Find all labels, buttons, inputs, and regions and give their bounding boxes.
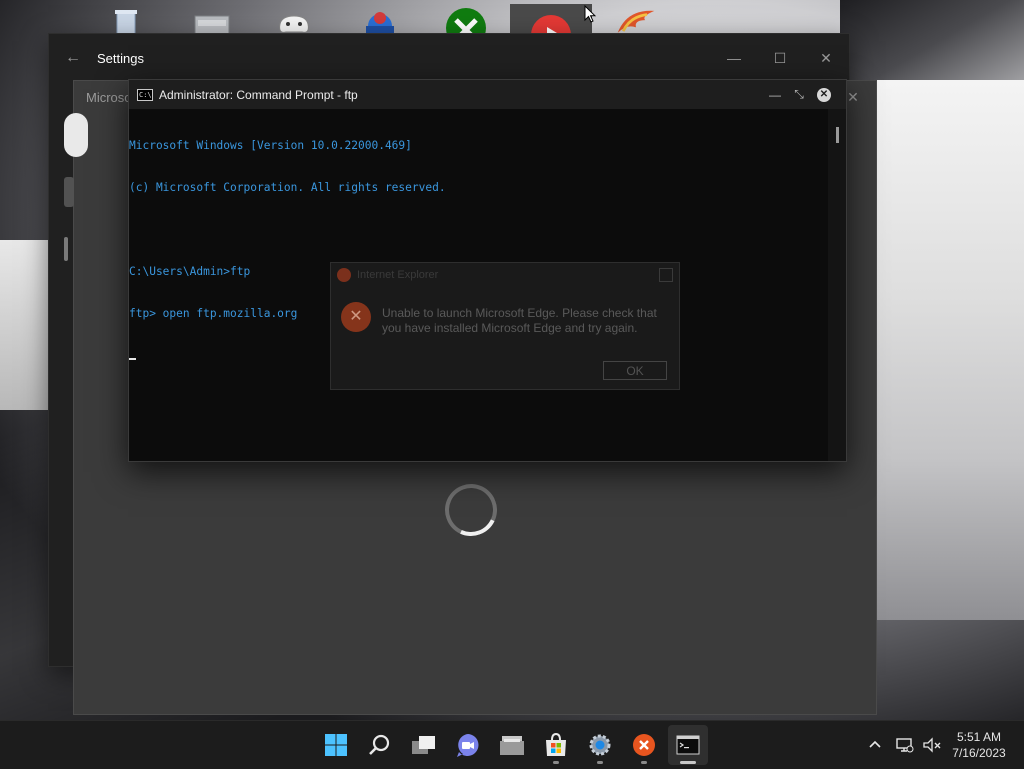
cmd-app-icon: C:\: [137, 88, 153, 101]
file-explorer-button[interactable]: [492, 725, 532, 765]
wallpaper-shape: [874, 80, 1024, 620]
cmd-titlebar[interactable]: C:\ Administrator: Command Prompt - ftp …: [129, 80, 846, 109]
cmd-scrollbar[interactable]: [828, 109, 846, 461]
ok-button[interactable]: OK: [603, 361, 667, 380]
cmd-restore-button[interactable]: ⤡: [787, 87, 811, 102]
gear-icon: [589, 734, 611, 756]
text-cursor: [129, 358, 136, 360]
settings-titlebar: ← Settings — ☐ ✕: [49, 34, 849, 82]
chevron-up-icon[interactable]: [866, 736, 884, 754]
error-dialog-title: Internet Explorer: [357, 269, 439, 281]
game-controller-icon[interactable]: [272, 6, 316, 36]
running-indicator: [641, 761, 647, 764]
maximize-button[interactable]: ☐: [757, 42, 803, 74]
microsoft-store-button[interactable]: [536, 725, 576, 765]
console-line: Microsoft Windows [Version 10.0.22000.46…: [129, 139, 412, 152]
search-icon: [369, 734, 390, 755]
error-icon: ✕: [341, 302, 371, 332]
command-prompt-button[interactable]: [668, 725, 708, 765]
error-dialog: Internet Explorer ✕ Unable to launch Mic…: [330, 262, 680, 390]
wallpaper-shape: [840, 0, 1024, 90]
error-app-button[interactable]: [624, 725, 664, 765]
cmd-close-button[interactable]: ✕: [817, 87, 831, 102]
sidebar-indicator: [64, 237, 68, 261]
running-indicator: [553, 761, 559, 764]
xbox-icon[interactable]: [444, 6, 488, 36]
error-message: Unable to launch Microsoft Edge. Please …: [382, 306, 657, 335]
avatar[interactable]: [64, 113, 88, 157]
error-dialog-close-button[interactable]: [659, 268, 673, 282]
loading-spinner-icon: [437, 476, 505, 544]
minimize-button[interactable]: —: [711, 42, 757, 74]
clock[interactable]: 5:51 AM 7/16/2023: [944, 729, 1014, 761]
store-bag-icon: [546, 732, 566, 756]
console-line: (c) Microsoft Corporation. All rights re…: [129, 181, 446, 194]
running-indicator: [597, 761, 603, 764]
terminal-icon: [676, 735, 700, 755]
chat-button[interactable]: [448, 725, 488, 765]
search-button[interactable]: [360, 725, 400, 765]
scrollbar-thumb[interactable]: [836, 127, 839, 143]
mouse-pointer-icon: [584, 5, 596, 23]
cmd-minimize-button[interactable]: —: [763, 88, 787, 102]
sidebar-item[interactable]: [64, 177, 74, 207]
chat-icon: [457, 734, 479, 757]
error-small-icon: [337, 268, 351, 282]
joystick-app-icon[interactable]: [358, 6, 402, 36]
volume-muted-icon[interactable]: [922, 736, 942, 754]
task-view-icon: [412, 736, 435, 754]
windows-logo-icon: [325, 734, 347, 756]
close-button[interactable]: ✕: [803, 42, 849, 74]
clock-date: 7/16/2023: [952, 746, 1006, 760]
error-x-icon: [633, 734, 655, 756]
folder-icon: [500, 736, 524, 755]
task-view-button[interactable]: [404, 725, 444, 765]
error-dialog-titlebar: Internet Explorer: [331, 263, 679, 287]
network-icon[interactable]: [894, 736, 914, 754]
taskbar: 5:51 AM 7/16/2023: [0, 720, 1024, 769]
running-indicator: [680, 761, 696, 764]
start-button[interactable]: [316, 725, 356, 765]
phoenix-app-icon[interactable]: [614, 6, 658, 36]
recycle-bin-icon[interactable]: [104, 6, 148, 36]
settings-button[interactable]: [580, 725, 620, 765]
file-cabinet-icon[interactable]: [190, 6, 234, 36]
settings-title: Settings: [97, 50, 144, 66]
system-tray: [866, 721, 942, 769]
clock-time: 5:51 AM: [956, 730, 1002, 744]
cmd-title: Administrator: Command Prompt - ftp: [159, 87, 358, 102]
back-arrow-icon[interactable]: ←: [49, 49, 97, 67]
